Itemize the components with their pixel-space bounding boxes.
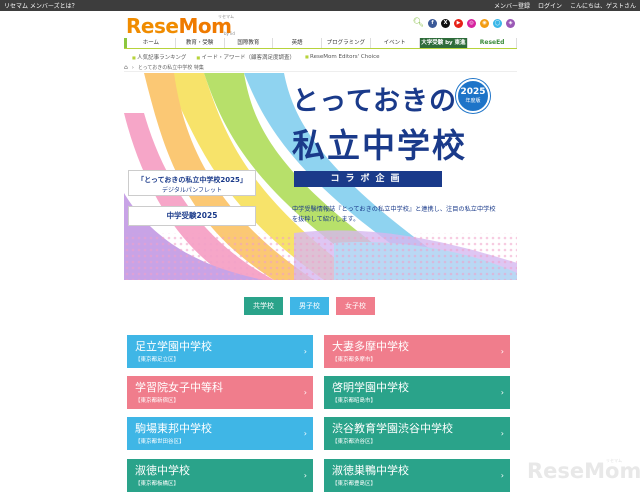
main-nav: ホーム 教育・受験 国際教育 英語 プログラミング イベント 大学受験 by 東… <box>124 38 517 49</box>
nav-event[interactable]: イベント <box>371 38 420 48</box>
x-icon[interactable]: X <box>441 18 450 28</box>
logo-kana: リセマム <box>218 14 234 19</box>
hero-description: 中学受験情報誌『とっておきの私立中学校』と連携し、注目の私立中学校を抜粋して紹介… <box>292 206 496 223</box>
chevron-right-icon: › <box>500 429 504 438</box>
school-card[interactable]: 淑徳中学校 【東京都板橋区】 › <box>127 459 313 492</box>
resemom-logo[interactable]: ReseMom <box>126 14 232 38</box>
filter-girls[interactable]: 女子校 <box>336 297 375 315</box>
school-card[interactable]: 渋谷教育学園渋谷中学校 【東京都渋谷区】 › <box>324 417 510 450</box>
instagram-icon[interactable]: ◎ <box>467 18 476 28</box>
line-icon[interactable]: ◯ <box>493 18 502 28</box>
youtube-icon[interactable]: ▶ <box>454 18 463 28</box>
school-name: 淑徳巣鴨中学校 <box>332 464 409 477</box>
school-address: 【東京都昭島市】 <box>332 398 377 404</box>
top-bar: リセマム メンバーズとは？ メンバー登録 ログイン こんにちは、ゲストさん <box>0 0 640 11</box>
hero-title-line1: とっておきの <box>292 86 458 117</box>
nav-programming[interactable]: プログラミング <box>322 38 371 48</box>
chevron-right-icon: › <box>303 429 307 438</box>
school-name: 淑徳中学校 <box>135 464 190 477</box>
nav-english[interactable]: 英語 <box>273 38 322 48</box>
nav-international[interactable]: 国際教育 <box>225 38 274 48</box>
chevron-right-icon: › <box>500 347 504 356</box>
filter-boys[interactable]: 男子校 <box>290 297 329 315</box>
nav-reseed[interactable]: ReseEd <box>468 38 517 48</box>
search-icon[interactable]: 🔍︎ <box>413 18 424 28</box>
chevron-right-icon: › <box>303 347 307 356</box>
login-link[interactable]: ログイン <box>538 1 562 10</box>
nav-university-exam[interactable]: 大学受験 by 東進 <box>419 38 469 48</box>
breadcrumb-current: とっておきの私立中学校 特集 <box>137 65 204 71</box>
watermark-logo: ReseMom <box>527 459 640 483</box>
pamphlet-sub: デジタルパンフレット <box>161 187 222 194</box>
logo-text-a: Rese <box>126 14 179 38</box>
watermark-kana: リセマム <box>606 458 622 463</box>
school-card[interactable]: 啓明学園中学校 【東京都昭島市】 › <box>324 376 510 409</box>
school-address: 【東京都豊島区】 <box>332 481 377 487</box>
school-type-filters: 共学校 男子校 女子校 <box>244 297 375 315</box>
exam-2025-link[interactable]: 中学受験2025 <box>128 206 256 226</box>
school-name: 大妻多摩中学校 <box>332 340 409 353</box>
school-address: 【東京都板橋区】 <box>135 481 180 487</box>
pamphlet-title: 「とっておきの私立中学校2025」 <box>137 176 247 184</box>
members-link[interactable]: リセマム メンバーズとは？ <box>4 1 78 10</box>
breadcrumb-separator: › <box>131 64 134 71</box>
facebook-icon[interactable]: f <box>428 18 437 28</box>
badge-year: 2025 <box>460 87 486 97</box>
school-card[interactable]: 学習院女子中等科 【東京都新宿区】 › <box>127 376 313 409</box>
school-address: 【東京都渋谷区】 <box>332 439 377 445</box>
sub-nav: 人気記事ランキング イード・アワード（顧客満足度調査） ReseMom Edit… <box>124 51 517 62</box>
chevron-right-icon: › <box>500 471 504 480</box>
school-name: 学習院女子中等科 <box>135 381 223 394</box>
nav-education[interactable]: 教育・受験 <box>176 38 225 48</box>
school-address: 【東京都世田谷区】 <box>135 439 185 445</box>
subnav-award[interactable]: イード・アワード（顧客満足度調査） <box>196 53 295 61</box>
chevron-right-icon: › <box>303 388 307 397</box>
school-address: 【東京都多摩市】 <box>332 357 377 363</box>
school-address: 【東京都足立区】 <box>135 357 180 363</box>
school-name: 駒場東邦中学校 <box>135 422 212 435</box>
year-badge: 2025 年度版 <box>456 79 490 113</box>
filter-coed[interactable]: 共学校 <box>244 297 283 315</box>
chevron-right-icon: › <box>303 471 307 480</box>
chevron-right-icon: › <box>500 388 504 397</box>
school-card[interactable]: 淑徳巣鴨中学校 【東京都豊島区】 › <box>324 459 510 492</box>
subnav-ranking[interactable]: 人気記事ランキング <box>132 53 186 61</box>
rss-icon[interactable]: ◉ <box>480 18 489 28</box>
register-link[interactable]: メンバー登録 <box>494 1 530 10</box>
hero-banner: とっておきの 2025 年度版 私立中学校 コラボ企画 中学受験情報誌『とってお… <box>124 73 517 280</box>
school-card[interactable]: 大妻多摩中学校 【東京都多摩市】 › <box>324 335 510 368</box>
podcast-icon[interactable]: ◈ <box>506 18 515 28</box>
nav-home[interactable]: ホーム <box>124 38 176 48</box>
hero-title-line2: 私立中学校 <box>292 126 467 165</box>
subnav-editors-choice[interactable]: ReseMom Editors' Choice <box>305 54 379 60</box>
collab-banner: コラボ企画 <box>294 171 442 187</box>
school-name: 啓明学園中学校 <box>332 381 409 394</box>
breadcrumb: ⌂ › とっておきの私立中学校 特集 <box>124 64 517 72</box>
school-name: 足立学園中学校 <box>135 340 212 353</box>
social-icons: 🔍︎ f X ▶ ◎ ◉ ◯ ◈ <box>413 18 515 28</box>
home-icon[interactable]: ⌂ <box>124 64 128 71</box>
school-address: 【東京都新宿区】 <box>135 398 180 404</box>
logo-sub: by iid <box>224 31 235 36</box>
school-card[interactable]: 足立学園中学校 【東京都足立区】 › <box>127 335 313 368</box>
greeting-text: こんにちは、ゲストさん <box>569 3 636 10</box>
school-name: 渋谷教育学園渋谷中学校 <box>332 422 453 435</box>
digital-pamphlet-link[interactable]: 「とっておきの私立中学校2025」 デジタルパンフレット <box>128 170 256 196</box>
school-card[interactable]: 駒場東邦中学校 【東京都世田谷区】 › <box>127 417 313 450</box>
badge-sub: 年度版 <box>465 98 481 104</box>
